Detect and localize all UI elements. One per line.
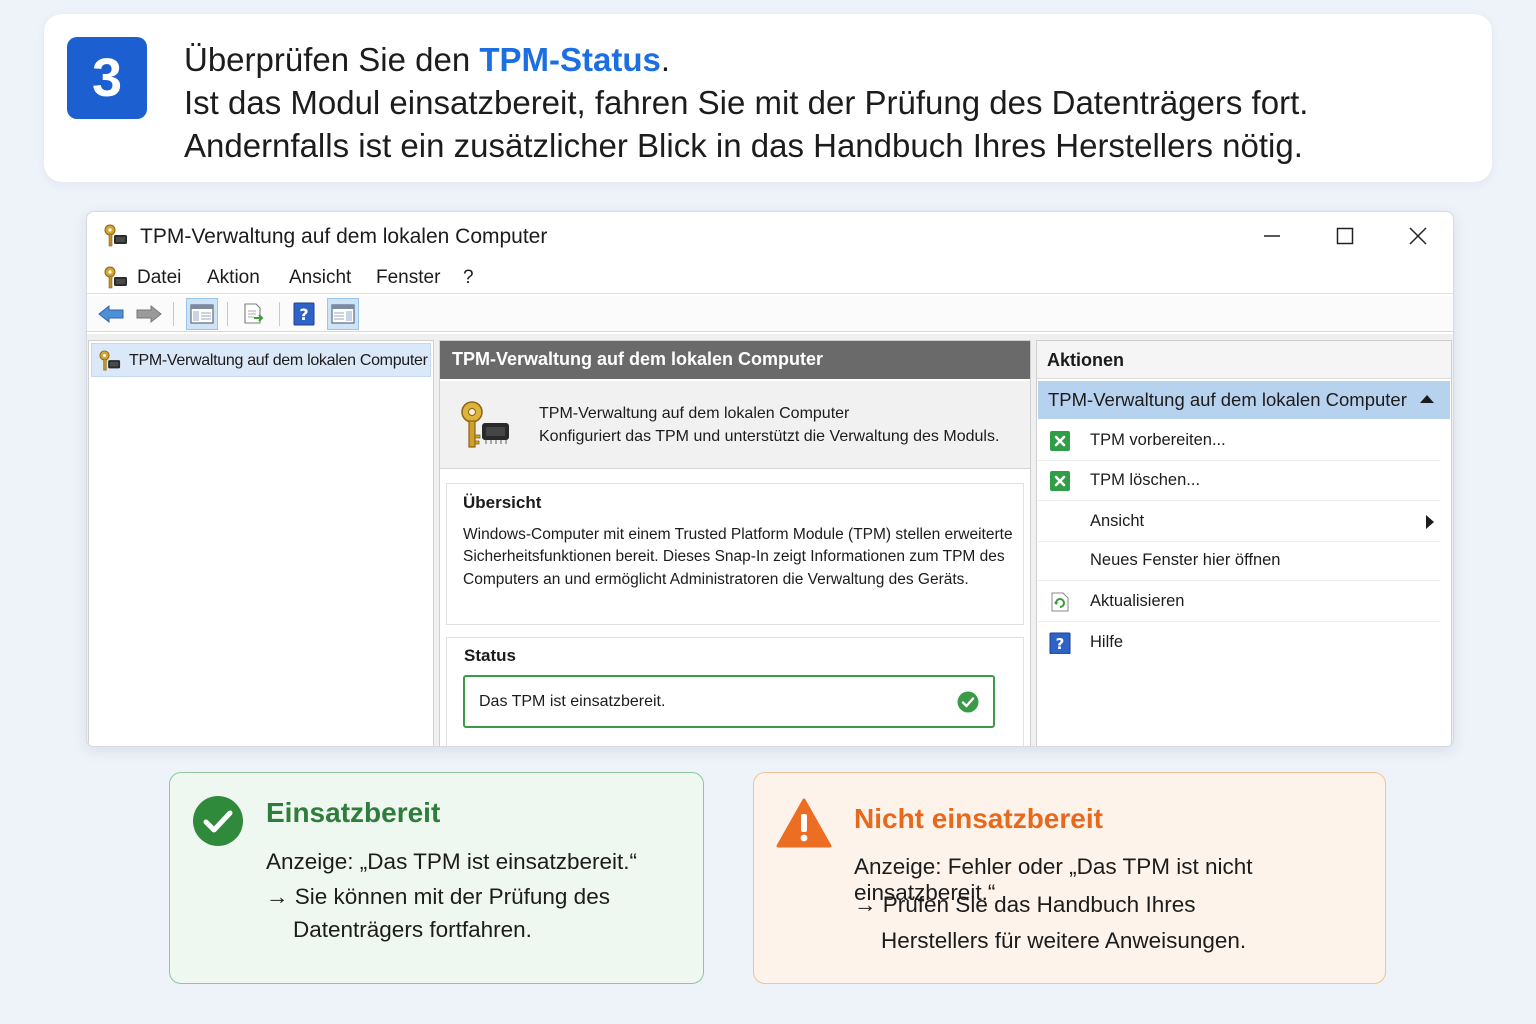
ready-line-1: Anzeige: „Das TPM ist einsatzbereit.“ bbox=[266, 849, 637, 874]
snapin-description: Konfiguriert das TPM und unterstützt die… bbox=[539, 428, 1000, 445]
tree-item-label: TPM-Verwaltung auf dem lokalen Computer bbox=[129, 352, 428, 369]
back-button[interactable] bbox=[95, 298, 127, 330]
menu-help[interactable]: ? bbox=[463, 267, 474, 289]
maximize-button[interactable] bbox=[1315, 218, 1375, 254]
menu-ansicht[interactable]: Ansicht bbox=[289, 267, 351, 289]
tree-item-tpm-management[interactable]: TPM-Verwaltung auf dem lokalen Computer bbox=[91, 343, 431, 377]
menu-datei[interactable]: Datei bbox=[137, 267, 181, 289]
check-circle-icon bbox=[957, 691, 979, 713]
refresh-icon bbox=[1051, 592, 1069, 612]
result-pane-header: TPM-Verwaltung auf dem lokalen Computer bbox=[440, 341, 1030, 379]
tpm-key-icon bbox=[99, 350, 121, 371]
not-ready-heading: Nicht einsatzbereit bbox=[854, 803, 1103, 834]
action-tpm-clear[interactable]: TPM löschen... bbox=[1038, 461, 1440, 501]
tpm-action-icon bbox=[1050, 431, 1070, 451]
tpm-key-icon[interactable] bbox=[103, 266, 129, 290]
toolbar-separator bbox=[173, 302, 174, 326]
action-help[interactable]: ? Hilfe bbox=[1038, 623, 1440, 663]
help-button[interactable]: ? bbox=[288, 298, 320, 330]
highlight-tpm-status: TPM-Status bbox=[479, 41, 661, 78]
export-list-icon bbox=[244, 303, 264, 324]
toolbar: ? bbox=[87, 296, 1453, 332]
status-section: Status Das TPM ist einsatzbereit. bbox=[446, 637, 1024, 746]
window-title: TPM-Verwaltung auf dem lokalen Computer bbox=[140, 225, 548, 248]
check-circle-icon bbox=[193, 796, 243, 846]
status-heading: Status bbox=[464, 646, 516, 665]
svg-text:?: ? bbox=[299, 305, 308, 324]
ready-heading: Einsatzbereit bbox=[266, 797, 441, 828]
action-tpm-prepare[interactable]: TPM vorbereiten... bbox=[1038, 421, 1440, 461]
back-arrow-icon bbox=[98, 304, 124, 324]
menu-fenster[interactable]: Fenster bbox=[376, 267, 440, 289]
console-body: TPM-Verwaltung auf dem lokalen Computer … bbox=[87, 334, 1453, 746]
tpm-action-icon bbox=[1050, 471, 1070, 491]
close-icon bbox=[1409, 227, 1427, 245]
svg-text:?: ? bbox=[1056, 635, 1065, 653]
title-bar[interactable]: TPM-Verwaltung auf dem lokalen Computer bbox=[87, 212, 1453, 260]
console-tree-pane: TPM-Verwaltung auf dem lokalen Computer bbox=[88, 340, 434, 746]
submenu-arrow-icon bbox=[1426, 515, 1434, 529]
instruction-line-3: Andernfalls ist ein zusätzlicher Blick i… bbox=[184, 127, 1303, 164]
instruction-card: 3 Überprüfen Sie den TPM-Status. Ist das… bbox=[44, 14, 1492, 182]
step-badge: 3 bbox=[67, 37, 147, 119]
tpm-key-chip-icon bbox=[461, 401, 509, 448]
not-ready-card: Nicht einsatzbereit Anzeige: Fehler oder… bbox=[753, 772, 1386, 984]
snapin-title: TPM-Verwaltung auf dem lokalen Computer bbox=[539, 405, 850, 422]
help-icon: ? bbox=[293, 302, 315, 326]
instruction-line-1: Überprüfen Sie den TPM-Status. bbox=[184, 41, 671, 78]
actions-group-header[interactable]: TPM-Verwaltung auf dem lokalen Computer bbox=[1038, 381, 1450, 419]
arrow-right-icon: → bbox=[854, 892, 883, 917]
not-ready-line-3: Herstellers für weitere Anweisungen. bbox=[881, 928, 1247, 953]
action-view[interactable]: Ansicht bbox=[1038, 502, 1440, 542]
status-value: Das TPM ist einsatzbereit. bbox=[479, 693, 666, 710]
instruction-text: Überprüfen Sie den TPM-Status. Ist das M… bbox=[184, 38, 1308, 167]
status-field: Das TPM ist einsatzbereit. bbox=[463, 675, 995, 728]
instruction-line-2: Ist das Modul einsatzbereit, fahren Sie … bbox=[184, 84, 1309, 121]
console-tree-button[interactable] bbox=[186, 298, 218, 330]
action-new-window[interactable]: Neues Fenster hier öffnen bbox=[1038, 541, 1440, 581]
close-button[interactable] bbox=[1388, 218, 1448, 254]
forward-arrow-icon bbox=[136, 304, 162, 324]
show-action-pane-button[interactable] bbox=[327, 298, 359, 330]
overview-text: Windows-Computer mit einem Trusted Platf… bbox=[463, 526, 1013, 588]
overview-section: Übersicht Windows-Computer mit einem Tru… bbox=[446, 483, 1024, 625]
tpm-management-window: TPM-Verwaltung auf dem lokalen Computer … bbox=[86, 211, 1454, 747]
show-action-pane-icon bbox=[331, 304, 355, 324]
toolbar-separator bbox=[279, 302, 280, 326]
collapse-caret-icon bbox=[1420, 395, 1434, 403]
arrow-right-icon: → bbox=[266, 884, 295, 909]
minimize-button[interactable] bbox=[1242, 218, 1302, 254]
tpm-key-icon bbox=[104, 224, 127, 247]
ready-card: Einsatzbereit Anzeige: „Das TPM ist eins… bbox=[169, 772, 704, 984]
actions-pane: Aktionen TPM-Verwaltung auf dem lokalen … bbox=[1036, 340, 1452, 746]
forward-button[interactable] bbox=[133, 298, 165, 330]
export-list-button[interactable] bbox=[238, 298, 270, 330]
snapin-info: TPM-Verwaltung auf dem lokalen Computer … bbox=[440, 381, 1030, 469]
help-icon: ? bbox=[1049, 632, 1071, 654]
overview-heading: Übersicht bbox=[463, 493, 542, 512]
minimize-icon bbox=[1264, 235, 1280, 237]
actions-heading: Aktionen bbox=[1037, 341, 1451, 379]
action-refresh[interactable]: Aktualisieren bbox=[1038, 582, 1440, 622]
menu-aktion[interactable]: Aktion bbox=[207, 267, 260, 289]
ready-line-2: → Sie können mit der Prüfung des bbox=[266, 884, 610, 909]
ready-line-3: Datenträgers fortfahren. bbox=[293, 917, 532, 942]
result-pane: TPM-Verwaltung auf dem lokalen Computer … bbox=[439, 340, 1031, 746]
not-ready-line-2: → Prüfen Sie das Handbuch Ihres bbox=[854, 892, 1196, 917]
warning-triangle-icon bbox=[776, 798, 832, 848]
menu-bar: Datei Aktion Ansicht Fenster ? bbox=[87, 264, 1453, 294]
console-tree-icon bbox=[190, 304, 214, 324]
maximize-icon bbox=[1336, 227, 1354, 245]
toolbar-separator bbox=[227, 302, 228, 326]
